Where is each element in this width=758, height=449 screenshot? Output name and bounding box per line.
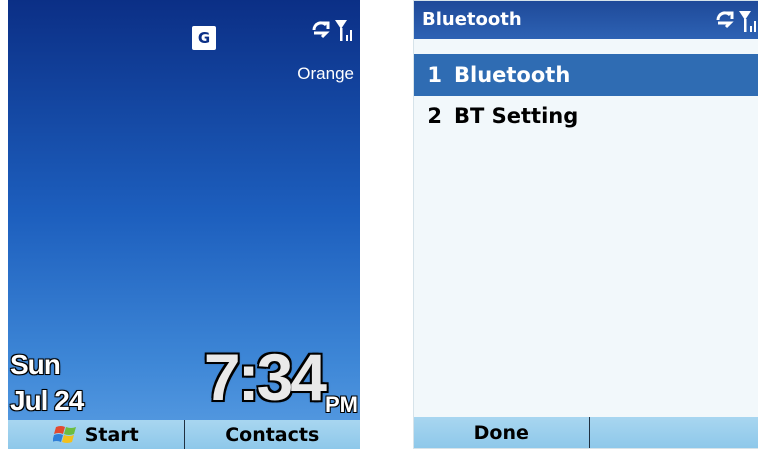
bluetooth-softkey-bar: Done xyxy=(414,417,758,448)
date-label: Jul 24 xyxy=(10,385,84,416)
carrier-name: Orange xyxy=(297,64,354,83)
done-softkey[interactable]: Done xyxy=(414,417,589,448)
data-connection-icon xyxy=(311,19,333,41)
menu-item-number: 1 xyxy=(427,63,442,87)
bluetooth-menu: 1 Bluetooth 2 BT Setting xyxy=(414,54,758,136)
bluetooth-screen: Bluetooth 1 Bluetooth 2 BT Setting Done xyxy=(413,0,758,449)
home-screen: G Orange Sun Jul 24 7:34 PM Start Contac… xyxy=(8,0,360,449)
title-bar: Bluetooth xyxy=(414,1,758,39)
day-label: Sun xyxy=(10,349,61,380)
home-softkey-bar: Start Contacts xyxy=(8,420,360,449)
contacts-softkey[interactable]: Contacts xyxy=(183,420,361,449)
page-title: Bluetooth xyxy=(422,9,522,30)
menu-item-bluetooth[interactable]: 1 Bluetooth xyxy=(414,54,758,96)
menu-item-label: Bluetooth xyxy=(454,63,571,87)
signal-strength-icon xyxy=(738,9,758,33)
menu-item-bt-setting[interactable]: 2 BT Setting xyxy=(414,96,758,136)
start-label: Start xyxy=(84,423,139,446)
windows-flag-icon xyxy=(52,424,79,446)
done-label: Done xyxy=(473,421,529,444)
network-g-icon: G xyxy=(192,26,216,50)
clock-time: 7:34 xyxy=(203,340,327,414)
signal-strength-icon xyxy=(334,18,354,42)
menu-item-number: 2 xyxy=(427,104,442,128)
contacts-label: Contacts xyxy=(225,423,320,446)
clock-ampm: PM xyxy=(325,392,358,417)
right-softkey[interactable] xyxy=(588,417,758,448)
data-connection-icon xyxy=(715,9,737,33)
status-icons xyxy=(715,9,758,33)
menu-item-label: BT Setting xyxy=(454,104,579,128)
start-softkey[interactable]: Start xyxy=(8,420,184,449)
status-icons xyxy=(311,18,354,42)
